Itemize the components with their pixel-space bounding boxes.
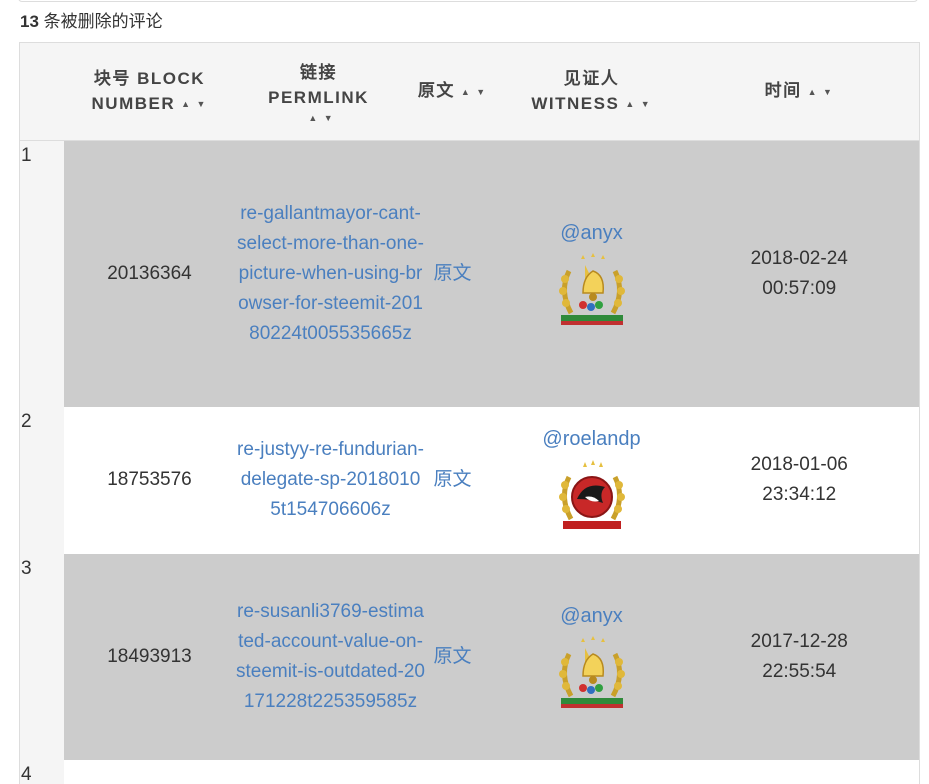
table-row: 3 18493913 re-susanli3769-estimated-acco… xyxy=(19,553,920,760)
original-link[interactable]: 原文 xyxy=(433,469,471,490)
deleted-count: 13 xyxy=(20,12,39,31)
deleted-comments-table: 块号 BLOCK NUMBER ▲ ▼ 链接 PERMLINK ▲ ▼ 原文 ▲ ▼… xyxy=(19,42,920,784)
original-link[interactable]: 原文 xyxy=(433,263,471,284)
header-block-label-2: NUMBER xyxy=(91,93,176,113)
table-header-row: 块号 BLOCK NUMBER ▲ ▼ 链接 PERMLINK ▲ ▼ 原文 ▲ ▼… xyxy=(19,42,920,141)
permlink-cell xyxy=(235,759,402,784)
permlink-cell: re-susanli3769-estimated-account-value-o… xyxy=(235,553,425,760)
table-row: 4 xyxy=(19,759,920,784)
block-number: 20136364 xyxy=(63,140,236,407)
header-index xyxy=(19,42,64,141)
block-number: 18753576 xyxy=(63,406,236,554)
timestamp-date: 2017-12-28 xyxy=(750,630,848,652)
timestamp-date: 2018-02-24 xyxy=(750,247,848,269)
sort-arrows-icon[interactable]: ▲ ▼ xyxy=(181,99,207,109)
time-cell: 2017-12-28 22:55:54 xyxy=(679,553,920,760)
timestamp-time: 22:55:54 xyxy=(762,660,837,682)
table-row: 2 18753576 re-justyy-re-fundurian-delega… xyxy=(19,406,920,554)
header-permlink[interactable]: 链接 PERMLINK ▲ ▼ xyxy=(235,42,402,141)
caption-text: 条被删除的评论 xyxy=(38,12,163,31)
time-cell: 2018-01-06 23:34:12 xyxy=(679,406,920,554)
sort-arrows-icon[interactable]: ▲ ▼ xyxy=(625,99,651,109)
witness-cell: @roelandp xyxy=(503,406,680,554)
witness-cell: @anyx xyxy=(503,140,680,407)
sort-arrows-icon[interactable]: ▲ ▼ xyxy=(808,87,834,97)
witness-link[interactable]: @roelandp xyxy=(542,428,640,450)
witness-link[interactable]: @anyx xyxy=(560,222,623,244)
row-index: 4 xyxy=(19,759,64,784)
header-permlink-label-1: 链接 xyxy=(300,62,337,82)
timestamp-time: 23:34:12 xyxy=(762,484,837,505)
permlink-cell: re-gallantmayor-cant-select-more-than-on… xyxy=(235,140,424,407)
timestamp-time: 00:57:09 xyxy=(762,277,837,299)
header-original-label: 原文 xyxy=(417,81,455,101)
sort-arrows-icon[interactable]: ▲ ▼ xyxy=(461,87,487,97)
laurel-orca-badge-icon xyxy=(558,460,625,529)
header-original[interactable]: 原文 ▲ ▼ xyxy=(401,42,504,141)
original-cell xyxy=(401,759,504,784)
previous-panel-edge xyxy=(18,0,918,2)
row-index: 1 xyxy=(19,140,64,407)
header-time-label: 时间 xyxy=(764,81,802,101)
witness-cell xyxy=(503,759,680,784)
header-witness-label-1: 见证人 xyxy=(563,68,620,88)
block-number xyxy=(63,759,236,784)
header-permlink-label-2: PERMLINK xyxy=(268,87,369,107)
permlink-cell: re-justyy-re-fundurian-delegate-sp-20180… xyxy=(235,406,424,554)
permlink-link[interactable]: re-gallantmayor-cant-select-more-than-on… xyxy=(236,199,426,349)
witness-link[interactable]: @anyx xyxy=(560,605,623,627)
time-cell: 2018-02-24 00:57:09 xyxy=(679,140,920,407)
table-row: 1 20136364 re-gallantmayor-cant-select-m… xyxy=(19,140,920,407)
laurel-bell-badge-icon xyxy=(558,252,625,325)
deleted-comments-caption: 13 条被删除的评论 xyxy=(20,11,163,33)
permlink-link[interactable]: re-justyy-re-fundurian-delegate-sp-20180… xyxy=(236,435,426,525)
timestamp-date: 2018-01-06 xyxy=(750,454,848,475)
header-witness-label-2: WITNESS xyxy=(531,93,620,113)
row-index: 2 xyxy=(19,406,64,554)
permlink-link[interactable]: re-susanli3769-estimated-account-value-o… xyxy=(236,597,426,717)
time-cell xyxy=(679,759,920,784)
row-index: 3 xyxy=(19,553,64,760)
block-number: 18493913 xyxy=(63,553,236,760)
header-block-label-1: 块号 BLOCK xyxy=(93,68,206,88)
witness-cell: @anyx xyxy=(503,553,680,760)
laurel-bell-badge-icon xyxy=(558,635,625,708)
original-link[interactable]: 原文 xyxy=(433,646,471,667)
sort-arrows-icon[interactable]: ▲ ▼ xyxy=(242,112,402,124)
header-time[interactable]: 时间 ▲ ▼ xyxy=(679,42,920,141)
header-block-number[interactable]: 块号 BLOCK NUMBER ▲ ▼ xyxy=(63,42,236,141)
page: 13 条被删除的评论 块号 BLOCK NUMBER ▲ ▼ 链接 PERMLIN… xyxy=(0,0,929,784)
header-witness[interactable]: 见证人 WITNESS ▲ ▼ xyxy=(503,42,680,141)
